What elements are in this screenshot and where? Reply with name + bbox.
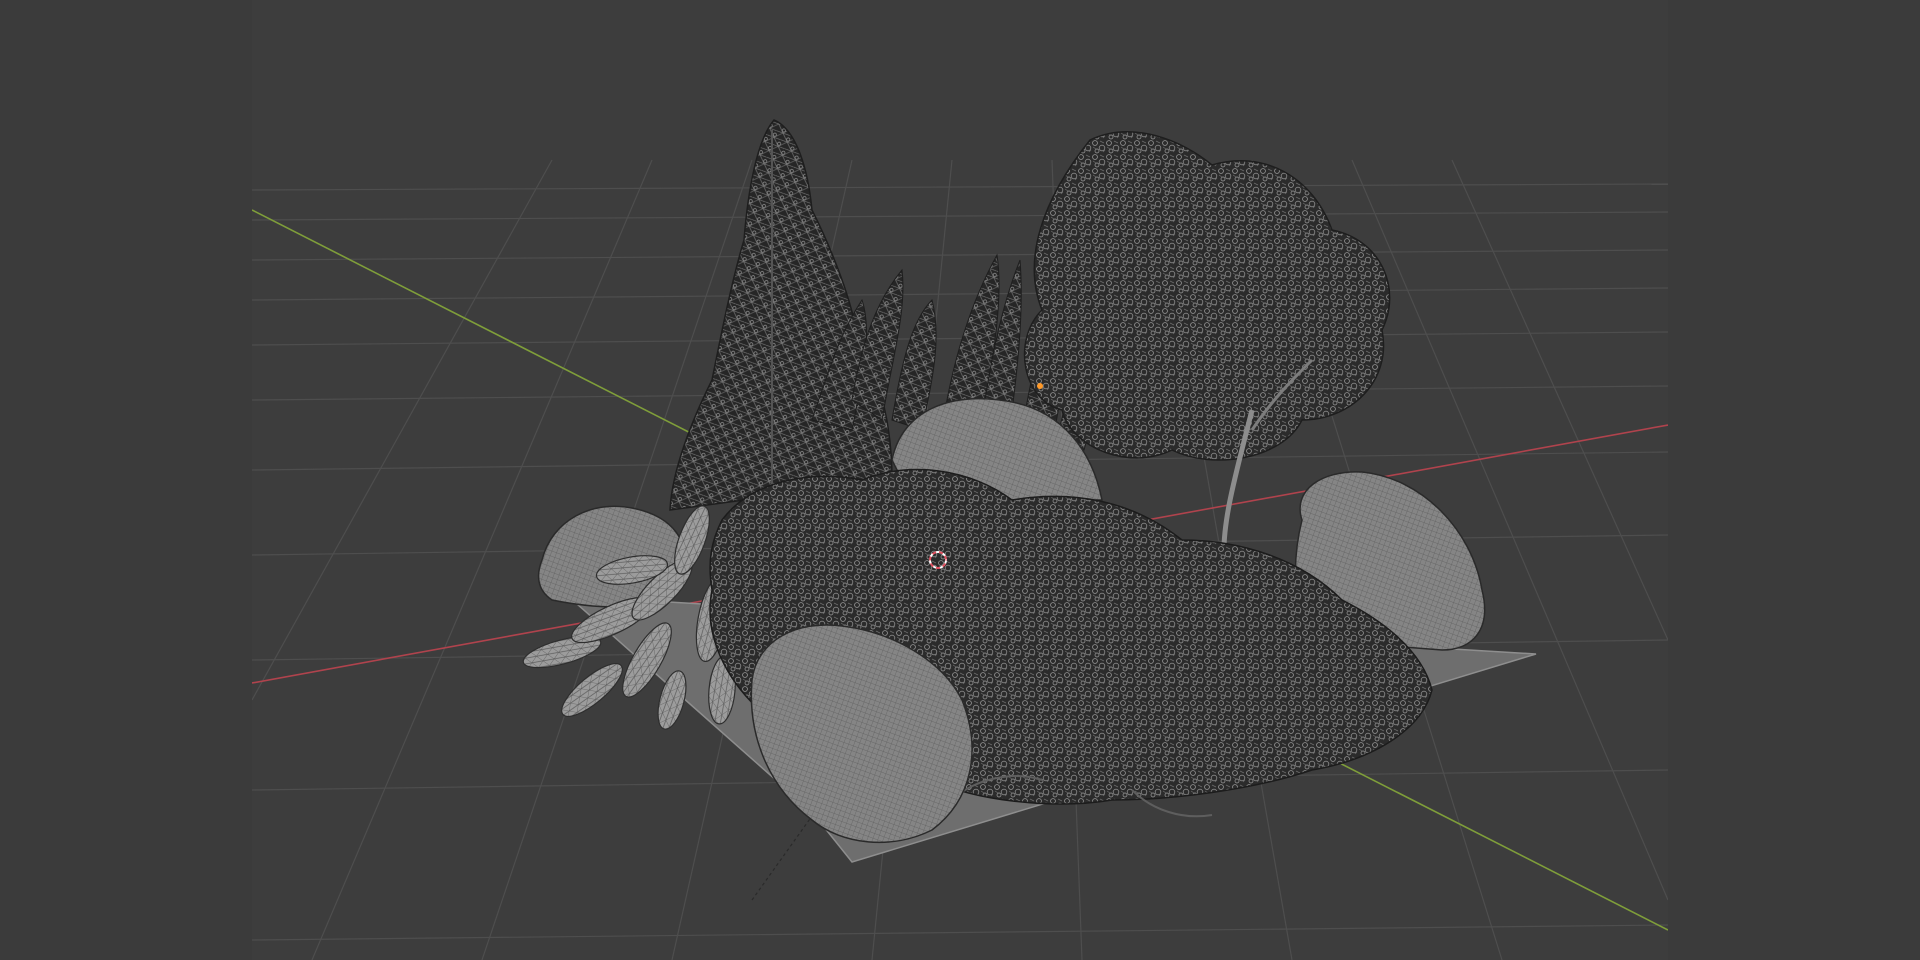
object-origin-icon [1037,383,1043,389]
left-margin [0,0,252,960]
3d-viewport[interactable] [252,0,1668,960]
viewport-canvas[interactable] [252,0,1668,960]
right-margin [1668,0,1920,960]
blender-window [0,0,1920,960]
